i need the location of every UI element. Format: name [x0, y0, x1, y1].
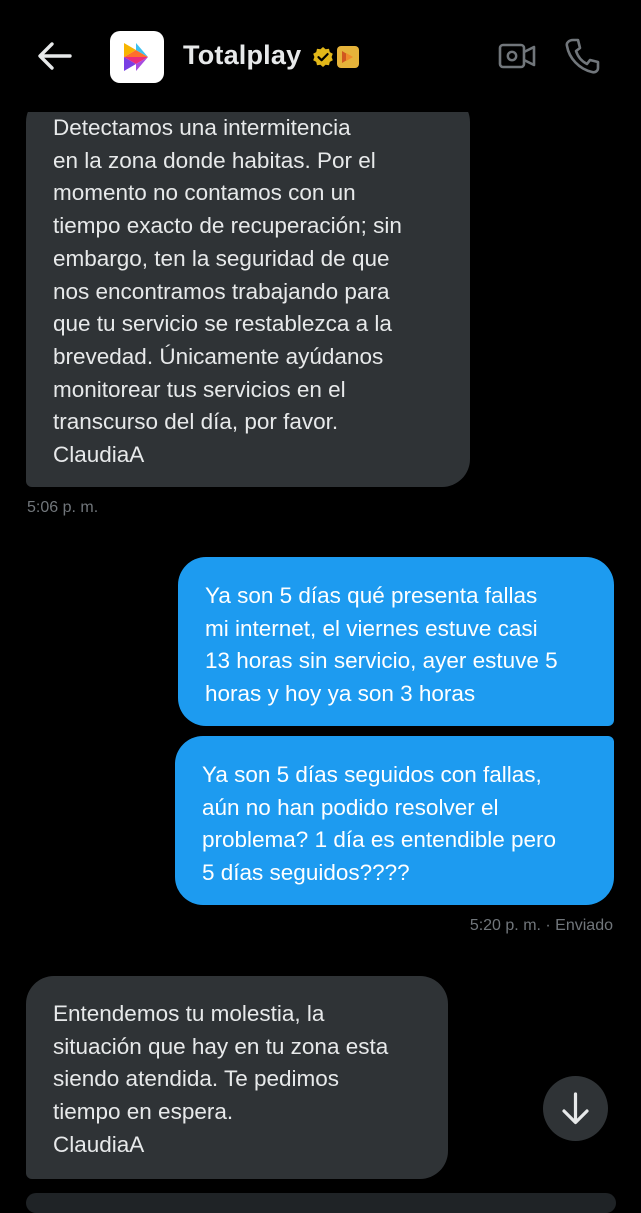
- verified-badge-icon: [313, 47, 333, 67]
- message-line: 5 días seguidos????: [202, 860, 410, 886]
- message-line: problema? 1 día es entendible pero: [202, 827, 557, 853]
- message-timestamp: 5:06 p. m.: [27, 499, 99, 516]
- incoming-message-bubble[interactable]: Detectamos una intermitencia en la zona …: [26, 94, 470, 487]
- outgoing-message-bubble[interactable]: Ya son 5 días qué presenta fallas mi int…: [178, 557, 614, 726]
- scroll-to-bottom-button[interactable]: [543, 1076, 608, 1141]
- message-line: situación que hay en tu zona esta: [53, 1033, 389, 1059]
- phone-call-icon[interactable]: [564, 37, 600, 75]
- avatar[interactable]: [110, 31, 164, 83]
- conversation-title[interactable]: Totalplay: [183, 40, 301, 71]
- message-line: Ya son 5 días seguidos con fallas,: [202, 762, 542, 787]
- message-line: siendo atendida. Te pedimos: [53, 1066, 340, 1092]
- message-line: momento no contamos con un: [53, 180, 356, 206]
- message-line: tiempo exacto de recuperación; sin: [53, 213, 402, 239]
- message-timestamp: 5:20 p. m. · Enviado: [469, 917, 613, 934]
- message-line: Detectamos una intermitencia: [53, 115, 351, 140]
- message-line: tiempo en espera.: [53, 1099, 234, 1125]
- next-message-edge: [26, 1193, 616, 1213]
- message-line: brevedad. Únicamente ayúdanos: [53, 343, 384, 369]
- chat-header: Totalplay: [0, 0, 641, 112]
- arrow-left-icon[interactable]: [34, 36, 74, 76]
- message-line: embargo, ten la seguridad de que: [53, 245, 390, 271]
- incoming-message-bubble[interactable]: Entendemos tu molestia, la situación que…: [26, 976, 448, 1179]
- message-line: nos encontramos trabajando para: [53, 278, 390, 304]
- message-line: aún no han podido resolver el: [202, 794, 499, 820]
- message-line: 13 horas sin servicio, ayer estuve 5: [205, 648, 558, 674]
- arrow-down-icon: [562, 1092, 589, 1125]
- message-line: ClaudiaA: [53, 1131, 145, 1157]
- outgoing-message-bubble[interactable]: Ya son 5 días seguidos con fallas, aún n…: [175, 736, 614, 905]
- totalplay-logo-icon: [124, 43, 148, 71]
- message-line: Ya son 5 días qué presenta fallas: [205, 583, 538, 608]
- video-call-icon[interactable]: [498, 39, 536, 73]
- message-line: transcurso del día, por favor.: [53, 409, 339, 435]
- message-line: monitorear tus servicios en el: [53, 376, 346, 402]
- message-line: Entendemos tu molestia, la: [53, 1001, 325, 1026]
- message-line: mi internet, el viernes estuve casi: [205, 615, 538, 641]
- message-line: que tu servicio se restablezca a la: [53, 311, 392, 337]
- message-line: en la zona donde habitas. Por el: [53, 147, 376, 173]
- message-line: ClaudiaA: [53, 442, 145, 468]
- message-line: horas y hoy ya son 3 horas: [205, 681, 476, 707]
- affiliate-badge-icon: [337, 46, 359, 68]
